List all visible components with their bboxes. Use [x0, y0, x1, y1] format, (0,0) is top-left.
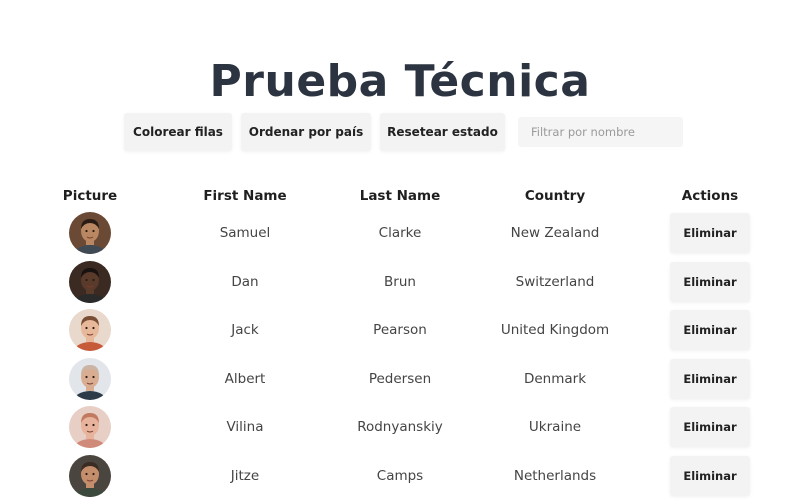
- delete-button[interactable]: Eliminar: [670, 261, 750, 302]
- table-row: Jitze Camps Netherlands Eliminar: [0, 452, 800, 500]
- header-actions: Actions: [681, 188, 739, 204]
- first-name-cell: Samuel: [219, 225, 271, 242]
- delete-button[interactable]: Eliminar: [670, 455, 750, 496]
- country-cell: New Zealand: [510, 225, 600, 242]
- country-cell: United Kingdom: [500, 322, 610, 339]
- first-name-cell: Jack: [231, 322, 259, 339]
- table-row: Albert Pedersen Denmark Eliminar: [0, 355, 800, 404]
- table-body: Samuel Clarke New Zealand Eliminar Dan Brun Sw…: [0, 209, 800, 500]
- reset-state-button[interactable]: Resetear estado: [380, 113, 505, 151]
- last-name-cell: Pearson: [373, 322, 427, 339]
- picture-cell: [40, 306, 140, 355]
- country-cell: Denmark: [523, 370, 587, 387]
- last-name-cell: Pedersen: [368, 370, 432, 387]
- first-name-cell: Albert: [224, 370, 266, 387]
- actions-cell: Eliminar: [660, 258, 760, 307]
- picture-cell: [40, 403, 140, 452]
- actions-cell: Eliminar: [660, 403, 760, 452]
- avatar: [69, 406, 111, 449]
- actions-cell: Eliminar: [660, 452, 760, 500]
- avatar: [69, 212, 111, 255]
- table-row: Samuel Clarke New Zealand Eliminar: [0, 209, 800, 258]
- first-name-cell: Jitze: [230, 467, 260, 484]
- toolbar: Colorear filas Ordenar por país Resetear…: [124, 113, 683, 151]
- table-row: Vilina Rodnyanskiy Ukraine Eliminar: [0, 403, 800, 452]
- actions-cell: Eliminar: [660, 306, 760, 355]
- last-name-cell: Rodnyanskiy: [357, 419, 443, 436]
- actions-cell: Eliminar: [660, 209, 760, 258]
- picture-cell: [40, 258, 140, 307]
- delete-button[interactable]: Eliminar: [670, 213, 750, 254]
- header-picture: Picture: [62, 188, 118, 204]
- table-header: Picture First Name Last Name Country Act…: [0, 183, 800, 209]
- first-name-cell: Dan: [231, 273, 259, 290]
- avatar: [69, 454, 111, 497]
- delete-button[interactable]: Eliminar: [670, 310, 750, 351]
- picture-cell: [40, 209, 140, 258]
- color-rows-button[interactable]: Colorear filas: [124, 113, 232, 151]
- header-first-name: First Name: [203, 188, 287, 204]
- country-cell: Ukraine: [528, 419, 582, 436]
- delete-button[interactable]: Eliminar: [670, 358, 750, 399]
- page: Prueba Técnica Colorear filas Ordenar po…: [0, 0, 800, 500]
- avatar: [69, 357, 111, 400]
- avatar: [69, 309, 111, 352]
- country-cell: Netherlands: [513, 467, 597, 484]
- last-name-cell: Camps: [376, 467, 424, 484]
- avatar: [69, 260, 111, 303]
- country-cell: Switzerland: [515, 273, 595, 290]
- header-last-name: Last Name: [359, 188, 441, 204]
- page-title: Prueba Técnica: [209, 56, 591, 107]
- users-table: Picture First Name Last Name Country Act…: [0, 183, 800, 500]
- table-row: Dan Brun Switzerland Eliminar: [0, 258, 800, 307]
- picture-cell: [40, 355, 140, 404]
- picture-cell: [40, 452, 140, 500]
- filter-by-name-input[interactable]: [518, 117, 683, 147]
- last-name-cell: Brun: [384, 273, 416, 290]
- first-name-cell: Vilina: [226, 419, 264, 436]
- sort-by-country-button[interactable]: Ordenar por país: [241, 113, 371, 151]
- actions-cell: Eliminar: [660, 355, 760, 404]
- delete-button[interactable]: Eliminar: [670, 407, 750, 448]
- header-country: Country: [524, 188, 586, 204]
- table-row: Jack Pearson United Kingdom Eliminar: [0, 306, 800, 355]
- last-name-cell: Clarke: [378, 225, 422, 242]
